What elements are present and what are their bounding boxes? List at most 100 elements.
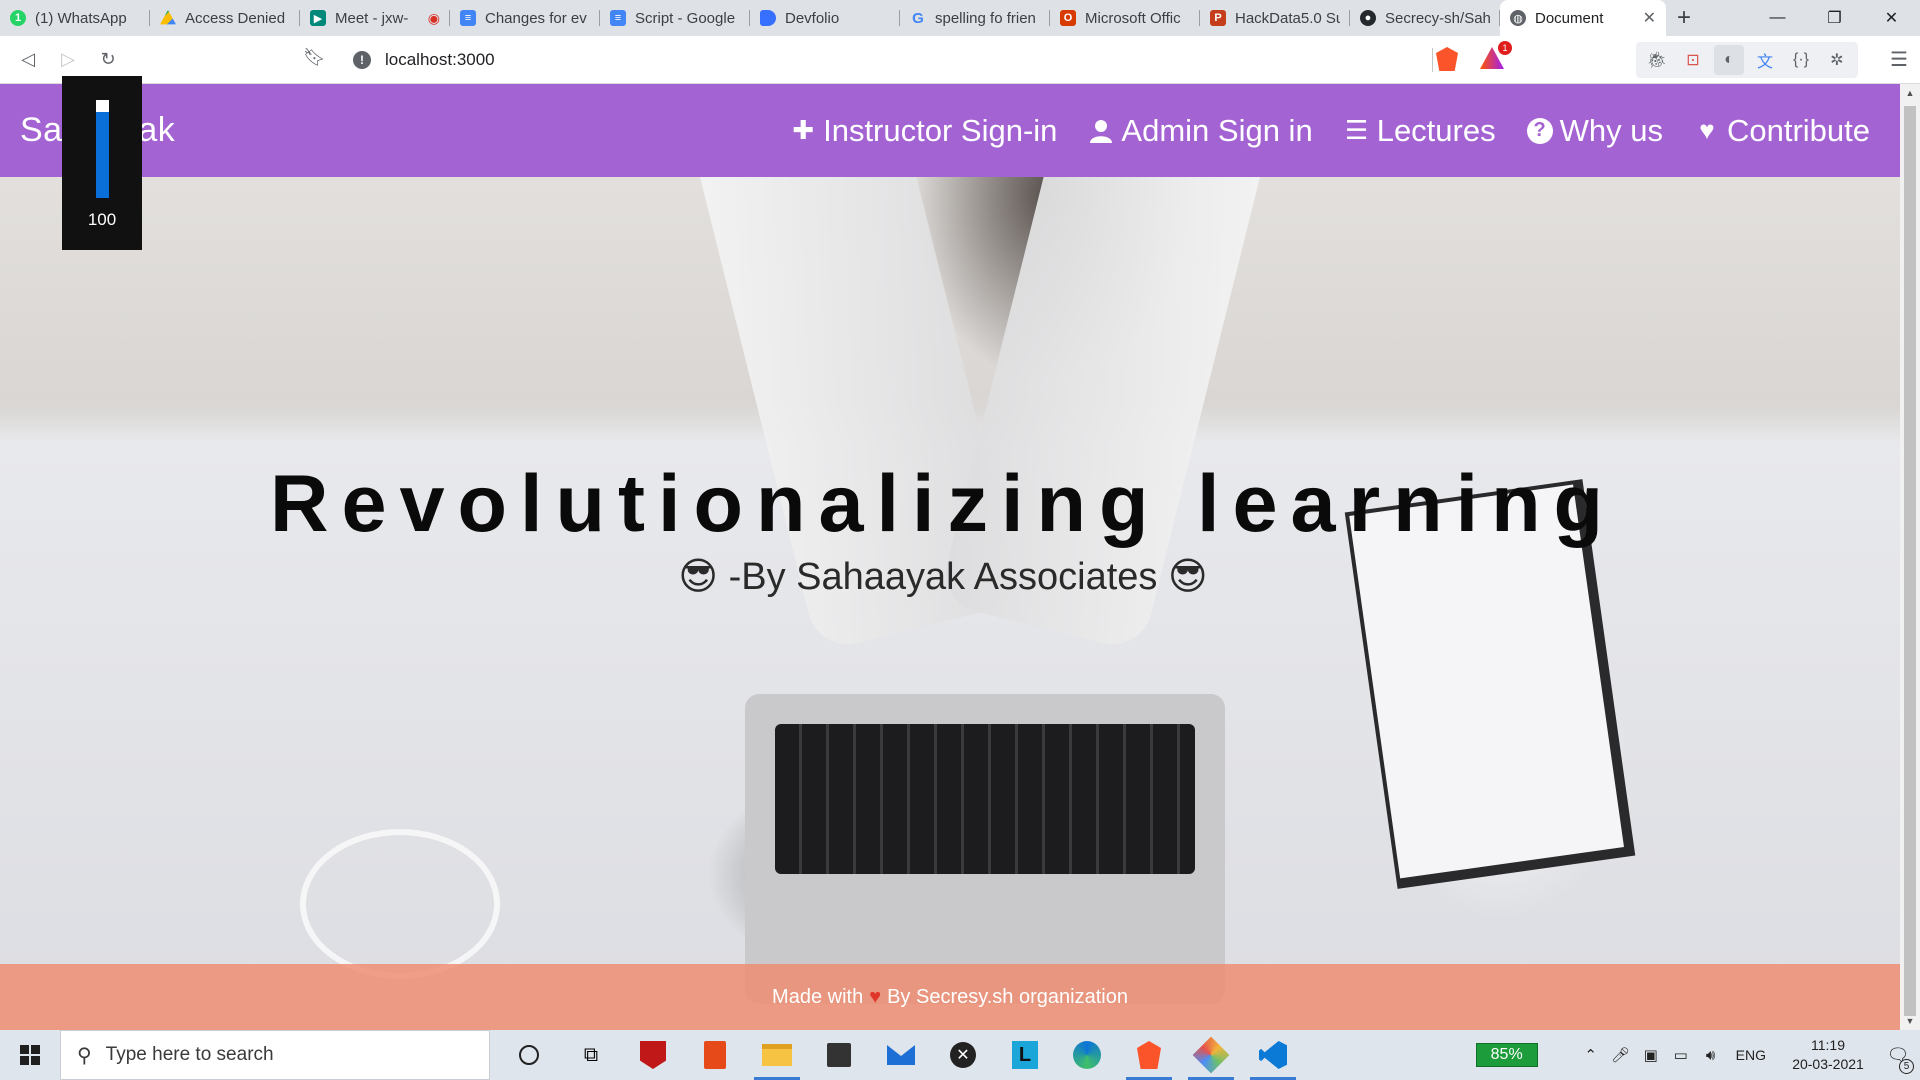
search-placeholder: Type here to search [105, 1044, 274, 1065]
clock[interactable]: 11:19 20-03-2021 [1780, 1036, 1876, 1074]
nav-admin-sign-in[interactable]: Admin Sign in [1087, 112, 1313, 149]
taskbar-search-box[interactable]: ⚲ Type here to search [60, 1030, 490, 1080]
mail-icon[interactable] [870, 1030, 932, 1080]
browser-tab[interactable]: ▶ Meet - jxw- ◉ [300, 0, 450, 36]
scrollbar-thumb[interactable] [1904, 106, 1916, 1016]
forward-icon[interactable]: ▷ [48, 40, 88, 80]
cortana-icon[interactable] [498, 1030, 560, 1080]
gitkraken-icon[interactable] [1180, 1030, 1242, 1080]
browser-toolbar: ◁ ▷ ↻ 🔖︎ ! localhost:3000 1 🐞︎ ⊡ ◐ 文 {·}… [0, 36, 1920, 84]
start-button[interactable] [0, 1030, 60, 1080]
powerpoint-icon: P [1210, 10, 1226, 26]
minimize-icon[interactable]: — [1749, 0, 1806, 36]
browser-tab[interactable]: Access Denied [150, 0, 300, 36]
l-app-icon[interactable]: L [994, 1030, 1056, 1080]
globe-icon: ◍ [1510, 10, 1526, 26]
page-viewport: Sahaayak ✚ Instructor Sign-in Admin Sign… [0, 84, 1900, 1030]
nav-contribute[interactable]: ♥ Contribute [1693, 113, 1870, 149]
nav-label: Instructor Sign-in [823, 112, 1058, 148]
display-icon[interactable]: ▣ [1636, 1046, 1666, 1064]
edge-icon[interactable] [1056, 1030, 1118, 1080]
user-icon [1087, 119, 1115, 143]
close-window-icon[interactable]: ✕ [1863, 0, 1920, 36]
close-tab-icon[interactable]: ✕ [1643, 8, 1656, 28]
tab-title: Meet - jxw- [335, 9, 409, 27]
nav-why-us[interactable]: ? Why us [1526, 113, 1663, 149]
browser-tab[interactable]: 1 (1) WhatsApp [0, 0, 150, 36]
google-icon: G [912, 9, 924, 27]
translate-extension-icon[interactable]: 文 [1750, 45, 1780, 75]
reload-icon[interactable]: ↻ [88, 40, 128, 80]
store-icon[interactable] [808, 1030, 870, 1080]
tab-title: spelling fo frien [935, 9, 1036, 27]
xbox-icon[interactable]: ✕ [932, 1030, 994, 1080]
meter-track [96, 100, 109, 198]
scroll-up-icon[interactable]: ▲ [1900, 84, 1920, 102]
browser-tab[interactable]: O Microsoft Offic [1050, 0, 1200, 36]
tab-title: HackData5.0 Su [1235, 9, 1340, 27]
chevron-up-icon[interactable]: ⌃ [1576, 1046, 1606, 1064]
language-indicator[interactable]: ENG [1736, 1047, 1766, 1063]
heart-icon: ♥ [869, 985, 882, 1008]
browser-tab[interactable]: ≡ Changes for ev [450, 0, 600, 36]
file-explorer-icon[interactable] [746, 1030, 808, 1080]
github-icon: ● [1360, 10, 1376, 26]
puzzle-extensions-icon[interactable]: ✲ [1822, 45, 1852, 75]
browser-tab[interactable]: P HackData5.0 Su [1200, 0, 1350, 36]
nav-instructor-sign-in[interactable]: ✚ Instructor Sign-in [789, 113, 1057, 149]
tab-title: Secrecy-sh/Sah [1385, 9, 1490, 27]
back-icon[interactable]: ◁ [8, 40, 48, 80]
browser-tab-active[interactable]: ◍ Document ✕ [1500, 0, 1666, 36]
notification-icon[interactable]: 🗨︎ 5 [1876, 1045, 1920, 1074]
tab-title: Devfolio [785, 9, 840, 27]
system-tray: 85% ⌃ 🎤︎ ▣ ▭ 🔊︎ ENG 11:19 20-03-2021 🗨︎ … [1475, 1030, 1920, 1080]
browser-tab-strip: 1 (1) WhatsApp Access Denied ▶ Meet - jx… [0, 0, 1920, 36]
list-icon: ☰ [1345, 115, 1369, 145]
restore-icon[interactable]: ❐ [1806, 0, 1863, 36]
brave-rewards-icon[interactable]: 1 [1480, 41, 1512, 69]
page-scrollbar[interactable]: ▲ ▼ [1900, 84, 1920, 1030]
microphone-icon[interactable]: 🎤︎ [1606, 1046, 1636, 1064]
nav-lectures[interactable]: ☰ Lectures [1343, 113, 1496, 149]
volume-icon[interactable]: 🔊︎ [1696, 1047, 1726, 1064]
browser-tab[interactable]: Devfolio [750, 0, 900, 36]
hero-subtitle-text: -By Sahaayak Associates [728, 556, 1158, 598]
battery-indicator[interactable]: 85% [1475, 1043, 1538, 1067]
battery-icon[interactable]: ▭ [1666, 1046, 1696, 1064]
sunglasses-emoji-icon: 😎 [678, 554, 719, 598]
brave-icon[interactable] [1118, 1030, 1180, 1080]
incognito-extension-icon[interactable]: ◐ [1714, 45, 1744, 75]
question-circle-icon: ? [1526, 117, 1554, 144]
clock-time: 11:19 [1811, 1037, 1845, 1053]
google-meet-icon: ▶ [310, 10, 326, 26]
office-icon[interactable] [684, 1030, 746, 1080]
whatsapp-icon: 1 [10, 10, 26, 26]
screen-recorder-extension-icon[interactable]: ⊡ [1678, 45, 1708, 75]
search-icon: ⚲ [77, 1044, 92, 1067]
mcafee-icon[interactable] [622, 1030, 684, 1080]
tab-title: Microsoft Offic [1085, 9, 1181, 27]
browser-tab[interactable]: ≡ Script - Google [600, 0, 750, 36]
vscode-icon[interactable] [1242, 1030, 1304, 1080]
plus-icon: ✚ [792, 115, 814, 145]
hero-photo-glass [300, 829, 500, 979]
browser-tab[interactable]: ● Secrecy-sh/Sah [1350, 0, 1500, 36]
devfolio-icon [760, 10, 776, 26]
site-info-icon[interactable]: ! [353, 51, 371, 69]
json-extension-icon[interactable]: {·} [1786, 45, 1816, 75]
extensions-bar: 🐞︎ ⊡ ◐ 文 {·} ✲ [1636, 42, 1858, 78]
task-view-icon[interactable]: ⧉ [560, 1030, 622, 1080]
sunglasses-emoji-icon: 😎 [1167, 554, 1208, 598]
brave-shields-icon[interactable] [1436, 47, 1458, 71]
nav-label: Admin Sign in [1121, 112, 1313, 148]
new-tab-button[interactable]: + [1666, 0, 1702, 36]
site-footer: Made with ♥ By Secresy.sh organization [0, 964, 1900, 1030]
bug-extension-icon[interactable]: 🐞︎ [1642, 45, 1672, 75]
bookmark-icon[interactable]: 🔖︎ [303, 47, 326, 68]
window-controls: — ❐ ✕ [1749, 0, 1920, 36]
address-bar[interactable]: ! localhost:3000 [345, 43, 1435, 77]
scroll-down-icon[interactable]: ▼ [1900, 1012, 1920, 1030]
overlay-meter-widget[interactable]: 100 [62, 76, 142, 250]
browser-tab[interactable]: G spelling fo frien [900, 0, 1050, 36]
browser-menu-icon[interactable]: ☰ [1890, 47, 1908, 72]
